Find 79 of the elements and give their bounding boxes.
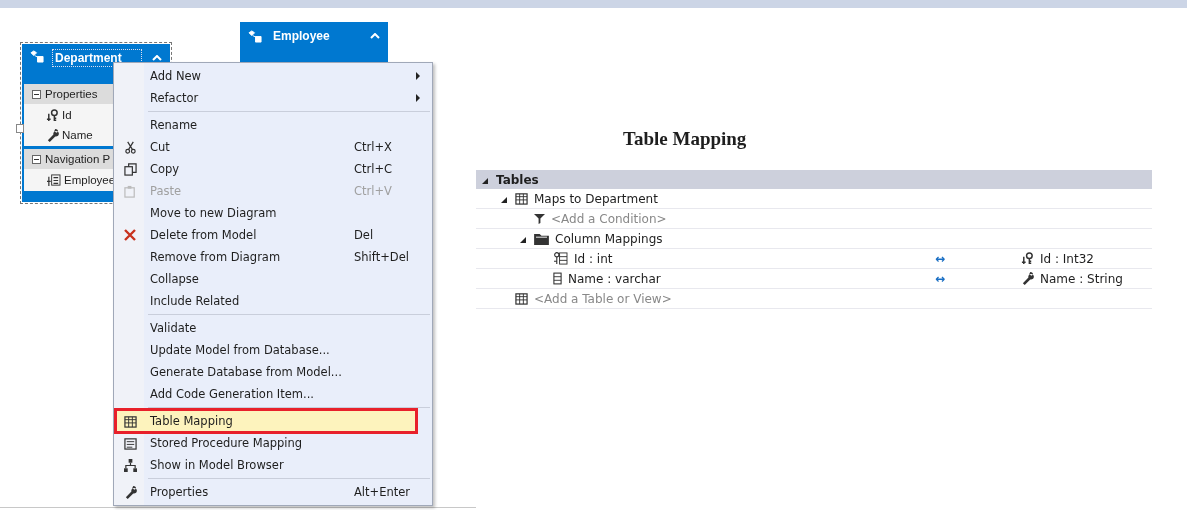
section-title: Navigation P	[45, 153, 111, 165]
menu-item-label: Collapse	[149, 272, 200, 286]
column-label: Id : int	[574, 251, 613, 266]
mapping-arrow: ↔	[935, 271, 946, 286]
wrench-icon	[1021, 272, 1034, 285]
clipboard-icon	[123, 184, 137, 198]
shortcut-label: Shift+Del	[354, 250, 410, 264]
property-label[interactable]: Name	[62, 129, 93, 141]
shortcut-label: Ctrl+C	[354, 162, 394, 176]
column-icon	[553, 272, 562, 285]
delete-icon	[123, 228, 137, 242]
column-label: Name : varchar	[568, 271, 661, 286]
collapse-icon[interactable]	[152, 55, 162, 61]
menu-item[interactable]: Stored Procedure Mapping	[116, 432, 430, 454]
filter-icon	[534, 213, 545, 224]
property-label[interactable]: Id	[62, 109, 72, 121]
mapping-arrow: ↔	[935, 251, 946, 266]
entity-icon	[248, 29, 263, 43]
menu-item[interactable]: Collapse	[116, 268, 430, 290]
menu-item[interactable]: Include Related	[116, 290, 430, 312]
menu-item-label: Update Model from Database...	[149, 343, 331, 357]
menu-item-label: Show in Model Browser	[149, 458, 285, 472]
add-link[interactable]: <Add a Condition>	[551, 211, 667, 226]
entity-name[interactable]: Department	[53, 50, 141, 66]
tree-label: Column Mappings	[555, 231, 663, 246]
menu-item-label: Move to new Diagram	[149, 206, 278, 220]
wrench-icon	[123, 485, 137, 499]
shortcut-label: Del	[354, 228, 375, 242]
menu-item-label: Generate Database from Model...	[149, 365, 343, 379]
menu-item-label: Include Related	[149, 294, 241, 308]
menu-item[interactable]: Show in Model Browser	[116, 454, 430, 476]
table-icon	[515, 192, 528, 205]
key-icon	[46, 108, 59, 122]
add-link[interactable]: <Add a Table or View>	[534, 291, 672, 306]
tree-label: Maps to Department	[534, 191, 658, 206]
menu-item[interactable]: Move to new Diagram	[116, 202, 430, 224]
menu-item-label: Add Code Generation Item...	[149, 387, 315, 401]
menu-item[interactable]: Delete from Model Del	[116, 224, 430, 246]
key-column-icon	[553, 252, 568, 265]
wrench-icon	[46, 128, 59, 142]
shortcut-label: Alt+Enter	[354, 485, 412, 499]
table-icon	[123, 414, 137, 428]
hierarchy-icon	[123, 458, 137, 472]
menu-item[interactable]: Validate	[116, 317, 430, 339]
table-icon	[515, 292, 528, 305]
menu-item-label: Properties	[149, 485, 210, 499]
entity-header[interactable]: Employee	[240, 22, 388, 50]
menu-item-label: Table Mapping	[149, 414, 234, 428]
resize-handle[interactable]	[16, 124, 24, 133]
procedure-icon	[123, 436, 137, 450]
collapse-icon[interactable]	[370, 33, 380, 39]
collapse-toggle[interactable]	[32, 154, 41, 164]
menu-item-label: Cut	[149, 140, 171, 154]
shortcut-label: Ctrl+V	[354, 184, 393, 198]
copy-icon	[123, 162, 137, 176]
menu-item[interactable]: Add Code Generation Item...	[116, 383, 430, 405]
scissors-icon	[123, 140, 137, 154]
entity-name[interactable]: Employee	[271, 28, 362, 44]
menu-item[interactable]: Update Model from Database...	[116, 339, 430, 361]
property-label[interactable]: Id : Int32	[1040, 251, 1094, 266]
menu-item-label: Stored Procedure Mapping	[149, 436, 304, 450]
menu-item-label: Validate	[149, 321, 198, 335]
shortcut-label: Ctrl+X	[354, 140, 393, 154]
menu-item[interactable]: Properties Alt+Enter	[116, 481, 430, 503]
panel-title: Table Mapping	[622, 128, 748, 150]
menu-item[interactable]: Table Mapping	[116, 410, 416, 432]
section-title: Properties	[45, 88, 98, 100]
navigation-property-icon	[46, 173, 61, 187]
menu-item-label: Delete from Model	[149, 228, 258, 242]
menu-item-label: Remove from Diagram	[149, 250, 282, 264]
menu-item[interactable]: Generate Database from Model...	[116, 361, 430, 383]
entity-icon	[30, 50, 45, 63]
collapse-toggle[interactable]	[32, 89, 41, 99]
menu-item[interactable]: Remove from Diagram Shift+Del	[116, 246, 430, 268]
key-icon	[1021, 252, 1034, 265]
section-header: Tables	[476, 170, 1152, 189]
property-label[interactable]: Name : String	[1040, 271, 1123, 286]
folder-icon	[534, 232, 549, 245]
property-label[interactable]: Employee	[64, 174, 116, 186]
